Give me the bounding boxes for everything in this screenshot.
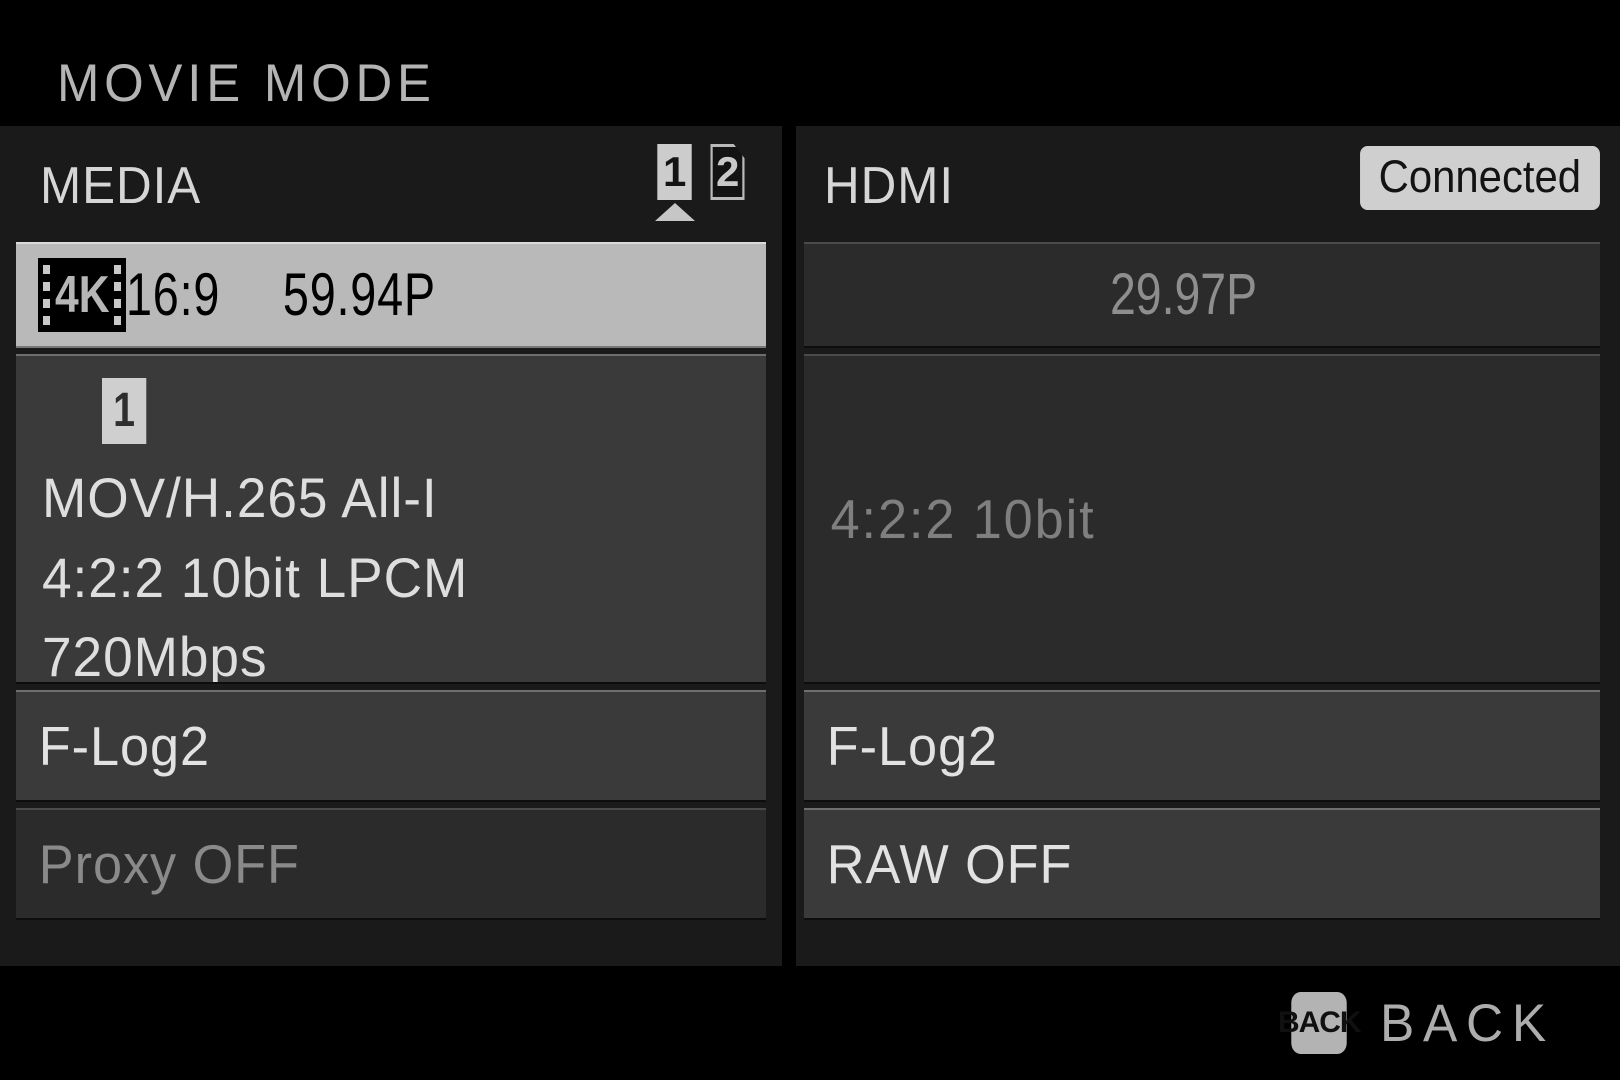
codec-line-2: 4:2:2 10bit LPCM: [42, 545, 469, 609]
panels-container: MEDIA 1 2 4K 16:9 59.94P 1 MOV/H.265 All…: [0, 126, 1620, 966]
media-format-row[interactable]: 4K 16:9 59.94P: [16, 242, 766, 348]
codec-slot-badge-icon: 1: [102, 378, 147, 444]
media-log-row[interactable]: F-Log2: [16, 690, 766, 802]
hdmi-raw-row[interactable]: RAW OFF: [804, 808, 1600, 920]
codec-line-3: 720Mbps: [42, 625, 268, 684]
hdmi-status-badge: Connected: [1360, 146, 1600, 210]
hdmi-depth-label: 4:2:2 10bit: [830, 487, 1096, 550]
hdmi-panel: HDMI Connected 29.97P 4:2:2 10bit F-Log2…: [796, 126, 1620, 966]
hdmi-depth-row[interactable]: 4:2:2 10bit: [804, 354, 1600, 684]
title-bar: MOVIE MODE: [0, 0, 1620, 124]
hdmi-log-row[interactable]: F-Log2: [804, 690, 1600, 802]
panel-divider: [782, 126, 796, 966]
aspect-ratio-label: 16:9: [126, 261, 221, 328]
media-panel-title: MEDIA: [40, 157, 202, 215]
media-proxy-label: Proxy OFF: [38, 832, 300, 895]
recording-slot-caret-icon: [654, 203, 695, 221]
codec-slot-badge-label: 1: [113, 384, 136, 437]
card-slot-empty-icon: 2: [710, 144, 745, 200]
resolution-badge-label: 4K: [54, 266, 110, 324]
media-format-row-content: 4K 16:9 59.94P: [16, 258, 489, 332]
media-log-label: F-Log2: [38, 714, 211, 777]
hdmi-rows: 29.97P 4:2:2 10bit F-Log2 RAW OFF: [796, 242, 1620, 966]
card-slot-filled-icon: 1: [657, 144, 692, 200]
movie-mode-screen: MOVIE MODE MEDIA 1 2 4K 16:9 59.94P 1 MO…: [0, 0, 1620, 1080]
card-slot-1[interactable]: 1: [653, 144, 696, 221]
back-button-label: BACK: [1379, 993, 1555, 1053]
card-slot-2-label: 2: [715, 148, 740, 195]
media-proxy-row[interactable]: Proxy OFF: [16, 808, 766, 920]
media-rows: 4K 16:9 59.94P 1 MOV/H.265 All-I 4:2:2 1…: [0, 242, 782, 966]
media-codec-row-content: 1 MOV/H.265 All-I 4:2:2 10bit LPCM 720Mb…: [16, 356, 491, 684]
hdmi-fps-label: 29.97P: [1110, 262, 1258, 327]
bottom-bar: BACK BACK: [0, 966, 1620, 1080]
card-slot-indicators: 1 2: [653, 144, 749, 221]
card-slot-1-label: 1: [662, 148, 687, 195]
media-codec-row[interactable]: 1 MOV/H.265 All-I 4:2:2 10bit LPCM 720Mb…: [16, 354, 766, 684]
card-slot-2[interactable]: 2: [706, 144, 749, 221]
hdmi-panel-title: HDMI: [824, 157, 955, 215]
media-panel-header: MEDIA 1 2: [0, 126, 782, 242]
hdmi-fps-row[interactable]: 29.97P: [804, 242, 1600, 348]
back-button-icon-label: BACK: [1277, 1006, 1361, 1039]
codec-line-1: MOV/H.265 All-I: [42, 466, 438, 529]
page-title: MOVIE MODE: [57, 54, 436, 113]
hdmi-panel-header: HDMI Connected: [796, 126, 1620, 242]
hdmi-raw-label: RAW OFF: [826, 832, 1073, 895]
back-button-icon[interactable]: BACK: [1277, 992, 1361, 1054]
frame-rate-label: 59.94P: [282, 261, 436, 328]
media-panel: MEDIA 1 2 4K 16:9 59.94P 1 MOV/H.265 All…: [0, 126, 782, 966]
hdmi-log-label: F-Log2: [826, 714, 999, 777]
film-strip-4k-icon: 4K: [38, 258, 126, 332]
